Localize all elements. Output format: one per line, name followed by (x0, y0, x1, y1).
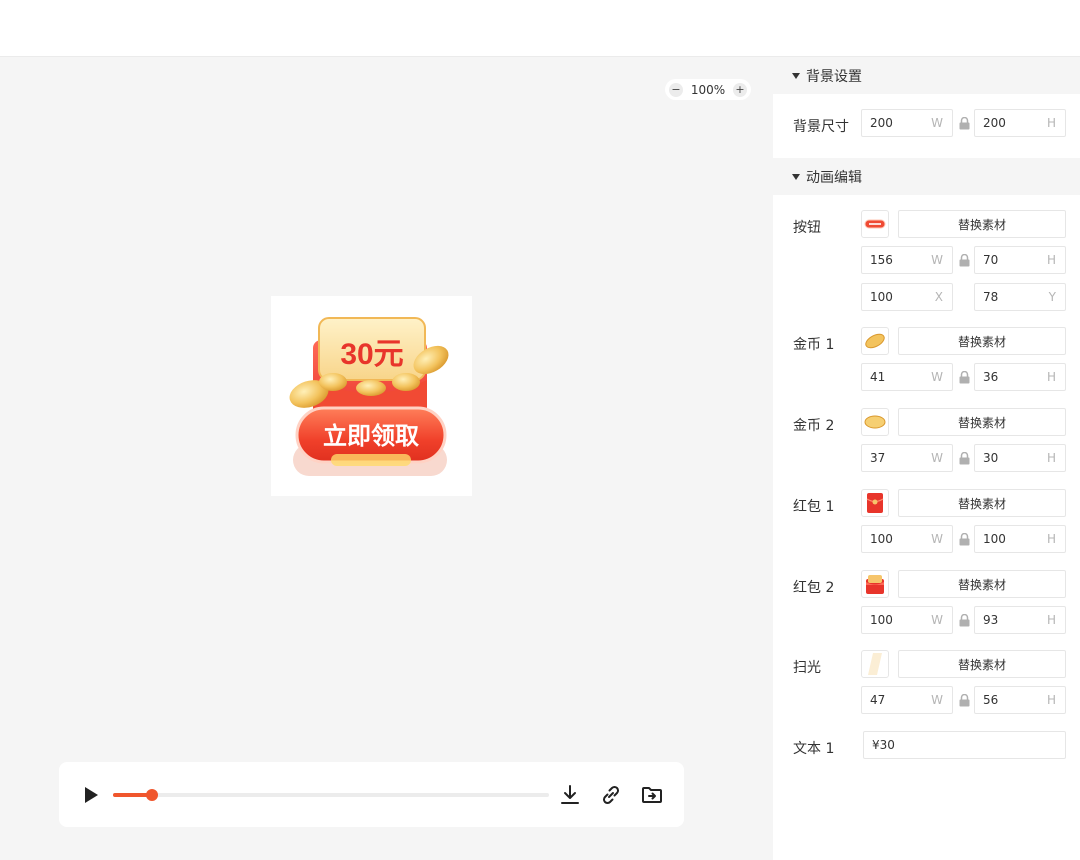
layer-label-redpack-2: 红包 2 (793, 580, 835, 596)
red-packet-asset-icon (866, 493, 884, 513)
coin-asset-icon (865, 333, 885, 349)
button-thumbnail[interactable] (861, 210, 889, 238)
button-width-field[interactable]: 156 W (861, 246, 953, 274)
button-asset-icon (864, 219, 886, 229)
section-title: 背景设置 (806, 68, 862, 85)
export-folder-icon[interactable] (640, 783, 664, 807)
replace-asset-button[interactable]: 替换素材 (898, 408, 1066, 436)
section-header-animation[interactable]: 动画编辑 (773, 158, 1080, 195)
layer-label-coin-2: 金币 2 (793, 418, 835, 434)
coupon-amount: 30元 (340, 338, 403, 371)
coin-small-2 (392, 373, 420, 391)
lock-icon[interactable] (959, 452, 970, 465)
zoom-out-button[interactable]: − (669, 82, 683, 97)
zoom-level: 100% (690, 82, 726, 97)
coin-small-3 (356, 380, 386, 396)
shine-height-field[interactable]: 56 H (974, 686, 1066, 714)
section-header-background[interactable]: 背景设置 (773, 57, 1080, 94)
replace-asset-button[interactable]: 替换素材 (898, 570, 1066, 598)
redpack-2-height-field[interactable]: 93 H (974, 606, 1066, 634)
button-x-field[interactable]: 100 X (861, 283, 953, 311)
cta-text: 立即领取 (323, 422, 419, 450)
button-glow (331, 454, 411, 466)
lock-icon[interactable] (959, 533, 970, 546)
background-height-field[interactable]: 200 H (974, 109, 1066, 137)
text-1-input[interactable]: ¥30 (863, 731, 1066, 759)
button-height-field[interactable]: 70 H (974, 246, 1066, 274)
shine-width-field[interactable]: 47 W (861, 686, 953, 714)
download-icon[interactable] (558, 783, 582, 807)
section-title: 动画编辑 (806, 169, 862, 186)
properties-panel: 背景设置 背景尺寸 200 W 200 H 动画编辑 按钮 替换素材 156 W 70… (773, 57, 1080, 860)
collapse-triangle-icon (792, 173, 800, 180)
red-packet-illustration: 30元 立即领取 (289, 317, 449, 476)
coin-1-width-field[interactable]: 41 W (861, 363, 953, 391)
coin-2-height-field[interactable]: 30 H (974, 444, 1066, 472)
zoom-in-button[interactable]: + (733, 82, 747, 97)
replace-asset-button[interactable]: 替换素材 (898, 210, 1066, 238)
link-icon[interactable] (599, 783, 623, 807)
layer-label-coin-1: 金币 1 (793, 337, 835, 353)
zoom-control: − 100% + (665, 79, 751, 100)
coin-asset-icon (864, 415, 886, 429)
lock-icon[interactable] (959, 371, 970, 384)
red-packet-asset-icon (866, 575, 884, 594)
coin-1-thumbnail[interactable] (861, 327, 889, 355)
background-size-label: 背景尺寸 (793, 119, 849, 135)
replace-asset-button[interactable]: 替换素材 (898, 650, 1066, 678)
layer-label-button: 按钮 (793, 220, 821, 236)
playback-bar (59, 762, 684, 827)
lock-icon[interactable] (959, 614, 970, 627)
redpack-1-height-field[interactable]: 100 H (974, 525, 1066, 553)
replace-asset-button[interactable]: 替换素材 (898, 489, 1066, 517)
redpack-2-width-field[interactable]: 100 W (861, 606, 953, 634)
animation-preview: 30元 立即领取 (271, 296, 472, 496)
background-width-field[interactable]: 200 W (861, 109, 953, 137)
progress-track[interactable] (113, 789, 549, 801)
progress-handle[interactable] (146, 789, 159, 801)
play-icon[interactable] (81, 785, 101, 805)
layer-label-text-1: 文本 1 (793, 741, 835, 757)
top-toolbar (0, 0, 1080, 57)
lock-icon[interactable] (959, 254, 970, 267)
replace-asset-button[interactable]: 替换素材 (898, 327, 1066, 355)
layer-label-shine: 扫光 (793, 660, 821, 676)
button-y-field[interactable]: 78 Y (974, 283, 1066, 311)
coin-2-thumbnail[interactable] (861, 408, 889, 436)
shine-thumbnail[interactable] (861, 650, 889, 678)
redpack-2-thumbnail[interactable] (861, 570, 889, 598)
lock-icon[interactable] (959, 694, 970, 707)
lock-icon[interactable] (959, 117, 970, 130)
redpack-1-width-field[interactable]: 100 W (861, 525, 953, 553)
coin-2-width-field[interactable]: 37 W (861, 444, 953, 472)
coin-small-1 (319, 373, 347, 391)
layer-label-redpack-1: 红包 1 (793, 499, 835, 515)
shine-asset-icon (868, 653, 882, 675)
coin-1-height-field[interactable]: 36 H (974, 363, 1066, 391)
collapse-triangle-icon (792, 72, 800, 79)
redpack-1-thumbnail[interactable] (861, 489, 889, 517)
